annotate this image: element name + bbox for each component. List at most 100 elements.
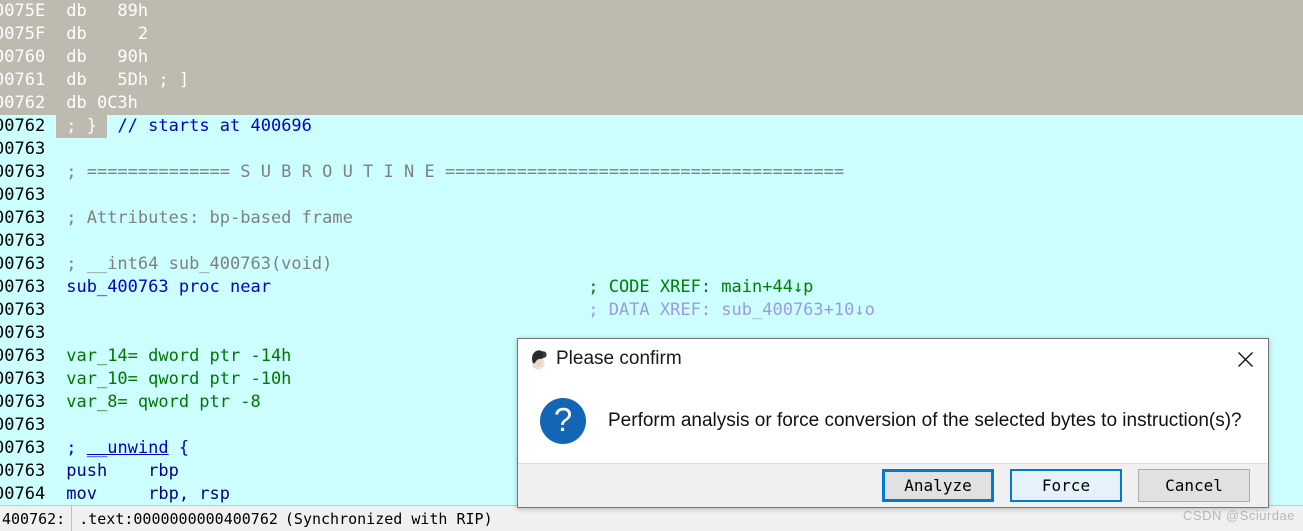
status-bar: 400762: .text:0000000000400762 (Synchron… — [0, 505, 1303, 531]
close-icon[interactable] — [1222, 339, 1268, 379]
code-token: db 0C3h — [66, 93, 138, 113]
code-token: db 5Dh ; ] — [66, 70, 190, 90]
line-address: 00763 — [0, 162, 46, 182]
code-token: ; ============== S U B R O U T I N E ===… — [66, 162, 845, 182]
line-address: 00763 — [0, 254, 46, 274]
dialog-message: Perform analysis or force conversion of … — [608, 410, 1242, 431]
line-address: 00763 — [0, 346, 46, 366]
data-xref-comment: ; DATA XREF: sub_400763+10↓o — [588, 299, 875, 322]
dialog-title-bar: Please confirm — [518, 339, 1268, 379]
line-address: 00763 — [0, 369, 46, 389]
line-body: db 0C3h — [56, 92, 138, 115]
xref-target-link[interactable]: sub_400763+10↓o — [721, 300, 875, 320]
code-token: var_14= dword ptr -14h — [66, 346, 292, 366]
line-address: 0075E — [0, 1, 46, 21]
ida-disassembly-window: 0075E db 89h0075F db 200760 db 90h00761 … — [0, 0, 1303, 531]
xref-target-link[interactable]: main+44↓p — [721, 277, 813, 297]
question-mark-icon: ? — [540, 398, 586, 444]
disassembly-line[interactable]: 00763 — [0, 184, 1303, 207]
line-body: push rbp — [56, 460, 179, 483]
code-token: var_10= qword ptr -10h — [66, 369, 292, 389]
line-body: ; Attributes: bp-based frame — [56, 207, 353, 230]
line-body: ; ============== S U B R O U T I N E ===… — [56, 161, 844, 184]
unwind-keyword[interactable]: __unwind — [87, 438, 169, 458]
code-token: ; Attributes: bp-based frame — [66, 208, 353, 228]
line-body: db 2 — [56, 23, 148, 46]
line-address: 00764 — [0, 484, 46, 504]
ida-logo-icon — [527, 348, 549, 370]
status-segment-address: .text:0000000000400762 — [79, 509, 278, 528]
status-sync-note: (Synchronized with RIP) — [284, 509, 493, 528]
line-body: ; __int64 sub_400763(void) — [56, 253, 332, 276]
xref-label: ; DATA XREF: — [588, 300, 722, 320]
disassembly-line[interactable]: 00763 sub_400763 proc near ; CODE XREF: … — [0, 276, 1303, 299]
line-address: 00763 — [0, 139, 46, 159]
line-body: db 5Dh ; ] — [56, 69, 189, 92]
line-body — [56, 184, 66, 207]
line-body: ; __unwind { — [56, 437, 189, 460]
line-body: var_14= dword ptr -14h — [56, 345, 291, 368]
line-address: 0075F — [0, 24, 46, 44]
code-token: // starts at 400696 — [117, 116, 312, 136]
code-token: sub_400763 proc near — [66, 277, 271, 297]
disassembly-line[interactable]: 00761 db 5Dh ; ] — [0, 69, 1303, 92]
code-token: ; __int64 sub_400763(void) — [66, 254, 333, 274]
line-address: 00762 — [0, 93, 46, 113]
status-position: 400762: — [0, 505, 73, 531]
disassembly-line[interactable]: 00762 db 0C3h — [0, 92, 1303, 115]
line-body: ; } // starts at 400696 — [56, 115, 312, 138]
code-token: push rbp — [66, 461, 179, 481]
line-body — [56, 414, 66, 437]
line-address: 00760 — [0, 47, 46, 67]
line-address: 00763 — [0, 277, 46, 297]
line-body: var_10= qword ptr -10h — [56, 368, 291, 391]
line-body: db 90h — [56, 46, 148, 69]
disassembly-line[interactable]: 00763 ; Attributes: bp-based frame — [0, 207, 1303, 230]
disassembly-line[interactable]: 00763 ; ============== S U B R O U T I N… — [0, 161, 1303, 184]
code-token: var_8= qword ptr -8 — [66, 392, 261, 412]
disassembly-line[interactable]: 00763 ; __int64 sub_400763(void) — [0, 253, 1303, 276]
line-address: 00763 — [0, 415, 46, 435]
line-address: 00763 — [0, 438, 46, 458]
code-token: db 89h — [66, 1, 149, 21]
line-body: mov rbp, rsp — [56, 483, 230, 505]
disassembly-line[interactable]: 00762 ; } // starts at 400696 — [0, 115, 1303, 138]
comment-spacer — [271, 276, 588, 299]
code-token: ; __unwind { — [66, 438, 190, 458]
line-address: 00763 — [0, 300, 46, 320]
watermark: CSDN @Sciurdae — [1183, 508, 1295, 523]
line-address: 00763 — [0, 185, 46, 205]
disassembly-line[interactable]: 00763 ; DATA XREF: sub_400763+10↓o — [0, 299, 1303, 322]
line-body — [56, 299, 66, 322]
code-xref-comment: ; CODE XREF: main+44↓p — [588, 276, 813, 299]
disassembly-line[interactable]: 0075E db 89h — [0, 0, 1303, 23]
disassembly-line[interactable]: 00760 db 90h — [0, 46, 1303, 69]
line-address: 00763 — [0, 323, 46, 343]
comment-spacer — [66, 299, 588, 322]
selected-text: ; } — [56, 115, 108, 138]
cancel-button[interactable]: Cancel — [1138, 469, 1250, 502]
please-confirm-dialog: Please confirm ? Perform analysis or for… — [517, 338, 1269, 508]
line-body: db 89h — [56, 0, 148, 23]
line-body: var_8= qword ptr -8 — [56, 391, 261, 414]
line-address: 00763 — [0, 231, 46, 251]
line-body — [56, 138, 66, 161]
line-address: 00763 — [0, 392, 46, 412]
line-body: sub_400763 proc near — [56, 276, 271, 299]
disassembly-line[interactable]: 00763 — [0, 138, 1303, 161]
code-token: db 2 — [66, 24, 149, 44]
dialog-title: Please confirm — [556, 348, 682, 369]
line-body — [56, 322, 66, 345]
code-token: mov rbp, rsp — [66, 484, 231, 504]
line-body — [56, 230, 66, 253]
analyze-button[interactable]: Analyze — [882, 469, 994, 502]
code-token: db 90h — [66, 47, 149, 67]
line-address: 00762 — [0, 116, 46, 136]
line-address: 00763 — [0, 461, 46, 481]
force-button[interactable]: Force — [1010, 469, 1122, 502]
disassembly-line[interactable]: 00763 — [0, 230, 1303, 253]
line-address: 00763 — [0, 208, 46, 228]
xref-label: ; CODE XREF: — [588, 277, 722, 297]
disassembly-line[interactable]: 0075F db 2 — [0, 23, 1303, 46]
dialog-content: ? Perform analysis or force conversion o… — [518, 379, 1268, 463]
